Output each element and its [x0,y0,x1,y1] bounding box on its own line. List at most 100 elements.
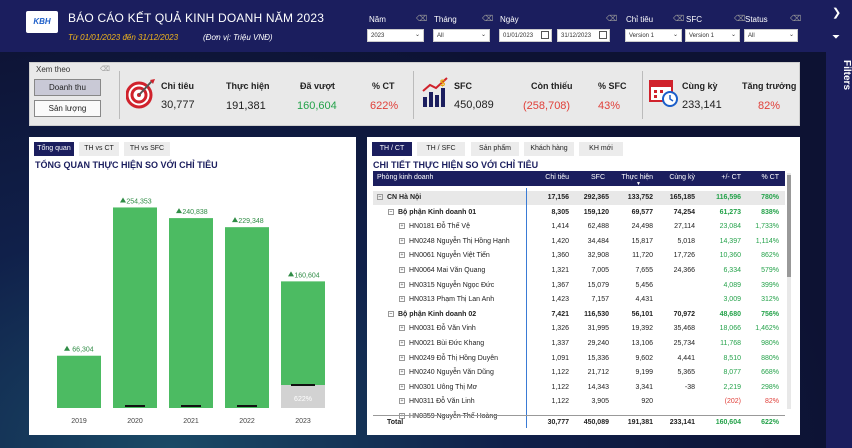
table-row[interactable]: + HN0313 Phạm Thị Lan Anh 1,423 7,157 4,431 3… [373,293,785,307]
row-sfc: 62,488 [587,223,609,231]
expand-icon[interactable]: + [399,267,405,273]
row-diff: 11,768 [720,340,741,347]
clear-sfc-icon[interactable]: ⌫ [734,14,745,23]
target-version-select[interactable]: Version 1 ⌄ [625,29,682,42]
table-row[interactable]: + HN0181 Đỗ Thế Vệ 1,414 62,488 24,498 27,114… [373,220,785,234]
table-row[interactable]: + HN0315 Nguyễn Ngọc Đức 1,367 15,079 5,456 4… [373,279,785,293]
col-header-diff-target[interactable]: +/- CT [701,174,741,181]
calendar-icon[interactable] [599,31,607,39]
calendar-icon[interactable] [541,31,549,39]
expand-icon[interactable]: + [399,340,405,346]
table-row[interactable]: + HN0240 Nguyễn Văn Dũng 1,122 21,712 9,199 5… [373,366,785,380]
table-row[interactable]: + HN0031 Đỗ Văn Vinh 1,326 31,995 19,392 35,4… [373,322,785,336]
expand-icon[interactable]: + [399,383,405,390]
expand-icon[interactable]: + [399,237,405,244]
company-logo: KBH [26,11,58,33]
table-scrollbar[interactable] [787,173,791,409]
clear-target-icon[interactable]: ⌫ [673,14,684,23]
row-sfc: 7,157 [591,296,609,304]
col-header-pct-target[interactable]: % CT [745,174,780,181]
table-row[interactable]: + HN0061 Nguyễn Việt Tiến 1,360 32,908 11,72… [373,249,785,263]
expand-icon[interactable]: + [399,223,405,230]
clear-selection-icon[interactable]: ⌫ [100,65,110,73]
expand-icon[interactable]: + [399,369,405,376]
tab-actual-vs-target[interactable]: TH vs CT [79,142,119,156]
volume-button[interactable]: Sản lượng [34,100,101,117]
table-row[interactable]: + HN0248 Nguyễn Thị Hồng Hạnh 1,420 34,484 1… [373,235,785,249]
table-row[interactable]: + HN0311 Đỗ Văn Linh 1,122 3,905 920 (202) 82% [373,395,785,409]
exceeded-value: 160,604 [297,100,337,112]
collapse-icon[interactable]: − [388,310,394,317]
clear-year-icon[interactable]: ⌫ [416,14,427,23]
row-sfc: 15,336 [587,354,609,362]
row-ct: 1,122 [551,369,569,377]
tab-customers[interactable]: Khách hàng [524,142,574,156]
bar-2019[interactable] [57,355,101,408]
bar-2020[interactable] [113,207,157,408]
col-header-sfc[interactable]: SFC [569,174,605,181]
table-row[interactable]: + HN0301 Uông Thị Mơ 1,122 14,343 3,341 -38 2,… [373,381,785,395]
collapse-icon[interactable]: − [388,208,394,215]
total-sfc: 450,089 [583,419,609,426]
col-header-same-period[interactable]: Cùng kỳ [655,174,695,181]
date-from-input[interactable]: 01/01/2023 [499,29,552,42]
col-header-target[interactable]: Chỉ tiêu [525,174,569,181]
tab-th-sfc[interactable]: TH / SFC [417,142,465,156]
sfc-version-select[interactable]: Version 1 ⌄ [685,29,740,42]
expand-icon[interactable]: + [399,252,405,259]
col-header-department[interactable]: Phòng kinh doanh [377,174,433,181]
expand-icon[interactable]: + [399,325,405,332]
filters-pane[interactable]: ❯ ⏷ Filters [826,0,852,448]
table-row[interactable]: − Bộ phận Kinh doanh 01 8,305 159,120 69,577… [373,206,785,220]
table-row[interactable]: − Bộ phận Kinh doanh 02 7,421 116,530 56,101… [373,308,785,322]
row-pct: 756% [761,310,779,318]
expand-icon[interactable]: + [399,281,405,288]
target-filter-label: Chỉ tiêu [626,15,654,24]
collapse-icon[interactable]: − [377,194,383,200]
row-sfc: 14,343 [587,383,609,391]
bar-2021[interactable] [169,218,213,408]
remaining-label: Còn thiếu [531,81,573,91]
remaining-value: (258,708) [523,100,571,112]
table-row[interactable]: + HN0064 Mai Văn Quang 1,321 7,005 7,655 24,3… [373,264,785,278]
table-row[interactable]: − CN Hà Nội 17,156 292,365 133,752 165,185 116… [373,191,785,205]
col-header-actual[interactable]: Thực hiện [609,174,653,181]
row-th: 11,720 [632,252,653,260]
row-diff: 8,510 [723,354,741,362]
date-filter-label: Ngày [500,15,519,24]
clear-date-icon[interactable]: ⌫ [606,14,617,23]
tab-th-ct[interactable]: TH / CT [372,142,412,156]
total-diff: 160,604 [715,419,741,426]
row-sfc: 29,240 [587,340,609,347]
clear-month-icon[interactable]: ⌫ [482,14,493,23]
row-pct: 668% [761,369,779,377]
row-name: HN0301 Uông Thị Mơ [409,383,478,391]
row-sfc: 7,005 [591,267,609,274]
year-select[interactable]: 2023 ⌄ [367,29,424,42]
expand-icon[interactable]: + [399,398,405,405]
status-filter-label: Status [745,15,768,24]
row-ct: 1,122 [551,398,569,406]
tab-products[interactable]: Sản phẩm [471,142,519,156]
row-pct: 298% [761,383,779,391]
month-select[interactable]: All ⌄ [433,29,490,42]
row-pct: 980% [761,340,779,347]
clear-status-icon[interactable]: ⌫ [790,14,801,23]
pct-target-value: 622% [370,100,399,112]
expand-icon[interactable]: + [399,296,405,303]
tab-new-customers[interactable]: KH mới [579,142,623,156]
table-row[interactable]: + HN0249 Đỗ Thị Hồng Duyên 1,091 15,336 9,60… [373,352,785,366]
scrollbar-thumb[interactable] [787,175,791,277]
bar-2022[interactable] [225,227,269,408]
table-row[interactable]: + HN0021 Bùi Đức Khang 1,337 29,240 13,106 25… [373,337,785,351]
month-filter-label: Tháng [434,15,457,24]
status-select[interactable]: All ⌄ [744,29,798,42]
collapse-filters-icon[interactable]: ❯ [832,6,841,19]
date-to-input[interactable]: 31/12/2023 [557,29,610,42]
row-ct: 1,321 [551,267,569,274]
expand-icon[interactable]: + [399,354,405,361]
report-title: BÁO CÁO KẾT QUẢ KINH DOANH NĂM 2023 [68,11,325,25]
tab-actual-vs-sfc[interactable]: TH vs SFC [124,142,170,156]
revenue-button[interactable]: Doanh thu [34,79,101,96]
tab-overview[interactable]: Tổng quan [34,142,74,156]
